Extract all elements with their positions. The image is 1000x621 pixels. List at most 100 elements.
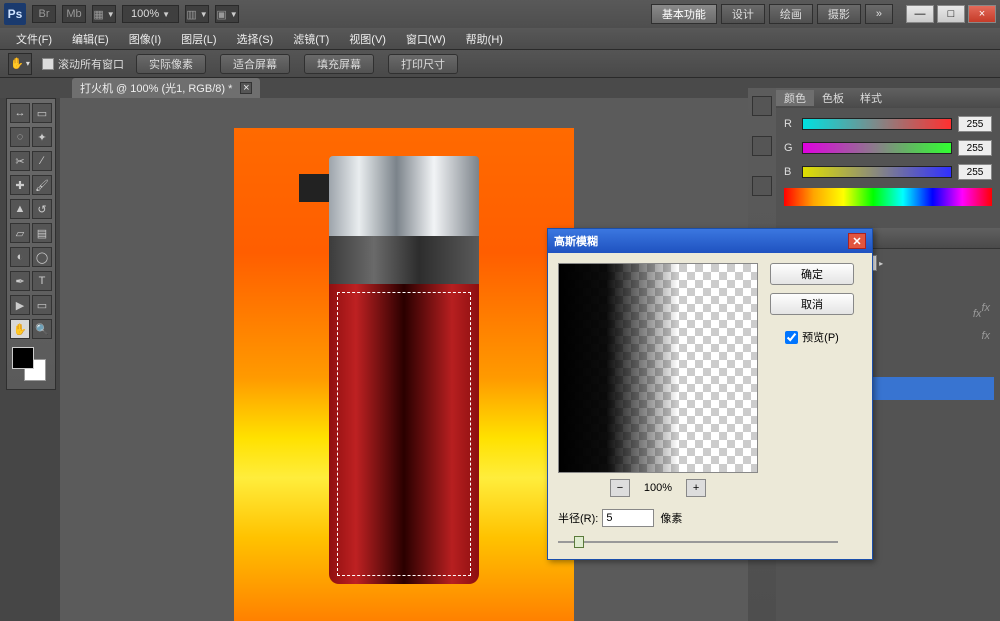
slider-thumb[interactable] xyxy=(574,536,584,548)
menu-layer[interactable]: 图层(L) xyxy=(181,31,216,47)
bridge-icon[interactable]: Br xyxy=(32,5,56,23)
gradient-tool-icon[interactable]: ▤ xyxy=(32,223,52,243)
tab-swatches[interactable]: 色板 xyxy=(814,90,852,106)
document-tab[interactable]: 打火机 @ 100% (光1, RGB/8) * × xyxy=(72,78,260,98)
channel-r-label: R xyxy=(784,118,796,130)
workspace-more[interactable]: » xyxy=(865,4,893,24)
radius-unit: 像素 xyxy=(660,510,682,526)
menu-help[interactable]: 帮助(H) xyxy=(466,31,503,47)
radius-slider[interactable] xyxy=(558,535,838,549)
b-value[interactable]: 255 xyxy=(958,164,992,180)
dialog-titlebar[interactable]: 高斯模糊 ✕ xyxy=(548,229,872,253)
tab-styles[interactable]: 样式 xyxy=(852,90,890,106)
print-size-button[interactable]: 打印尺寸 xyxy=(388,54,458,74)
path-select-tool-icon[interactable]: ▶ xyxy=(10,295,30,315)
g-value[interactable]: 255 xyxy=(958,140,992,156)
gaussian-blur-dialog: 高斯模糊 ✕ − 100% + 确定 取消 预览(P) 半径(R): 像素 xyxy=(547,228,873,560)
arrange-docs-icon[interactable]: ▥▼ xyxy=(185,5,209,23)
radius-input[interactable] xyxy=(602,509,654,527)
color-panel: R 255 G 255 B 255 xyxy=(776,108,1000,228)
r-value[interactable]: 255 xyxy=(958,116,992,132)
screen-mode-icon[interactable]: ▣▼ xyxy=(215,5,239,23)
workspace-photo[interactable]: 摄影 xyxy=(817,4,861,24)
blur-tool-icon[interactable]: ◐ xyxy=(10,247,30,267)
lasso-tool-icon[interactable]: ◌ xyxy=(10,127,30,147)
preview-checkbox[interactable]: 预览(P) xyxy=(785,329,839,345)
menu-bar: 文件(F) 编辑(E) 图像(I) 图层(L) 选择(S) 滤镜(T) 视图(V… xyxy=(0,28,1000,50)
pen-tool-icon[interactable]: ✒ xyxy=(10,271,30,291)
brush-tool-icon[interactable]: 🖌 xyxy=(32,175,52,195)
actual-pixels-button[interactable]: 实际像素 xyxy=(136,54,206,74)
collapsed-panel-icon[interactable] xyxy=(752,96,772,116)
window-maximize-button[interactable]: □ xyxy=(937,5,965,23)
move-tool-icon[interactable]: ↔ xyxy=(10,103,30,123)
workspace-design[interactable]: 设计 xyxy=(721,4,765,24)
document-tab-title: 打火机 @ 100% (光1, RGB/8) * xyxy=(80,80,232,96)
ok-button[interactable]: 确定 xyxy=(770,263,854,285)
menu-edit[interactable]: 编辑(E) xyxy=(72,31,109,47)
g-slider[interactable] xyxy=(802,142,952,154)
options-bar: ✋▾ 滚动所有窗口 实际像素 适合屏幕 填充屏幕 打印尺寸 xyxy=(0,50,1000,78)
view-extras-icon[interactable]: ▦▼ xyxy=(92,5,116,23)
window-minimize-button[interactable]: — xyxy=(906,5,934,23)
dodge-tool-icon[interactable]: ◯ xyxy=(32,247,52,267)
zoom-in-button[interactable]: + xyxy=(686,479,706,497)
document-tab-close-icon[interactable]: × xyxy=(240,82,252,94)
hand-tool-icon[interactable]: ✋ xyxy=(10,319,30,339)
menu-select[interactable]: 选择(S) xyxy=(237,31,274,47)
minibridge-icon[interactable]: Mb xyxy=(62,5,86,23)
r-slider[interactable] xyxy=(802,118,952,130)
filter-preview[interactable] xyxy=(558,263,758,473)
selection-marquee xyxy=(337,292,471,576)
menu-file[interactable]: 文件(F) xyxy=(16,31,52,47)
wand-tool-icon[interactable]: ✦ xyxy=(32,127,52,147)
title-bar: Ps Br Mb ▦▼ 100%▼ ▥▼ ▣▼ 基本功能 设计 绘画 摄影 » … xyxy=(0,0,1000,28)
fill-screen-button[interactable]: 填充屏幕 xyxy=(304,54,374,74)
zoom-tool-icon[interactable]: 🔍 xyxy=(32,319,52,339)
window-close-button[interactable]: × xyxy=(968,5,996,23)
scroll-all-checkbox[interactable] xyxy=(42,58,54,70)
channel-g-label: G xyxy=(784,142,796,154)
ps-logo-icon: Ps xyxy=(4,3,26,25)
chevron-right-icon[interactable]: ▸ xyxy=(879,259,883,268)
collapsed-panel-icon[interactable] xyxy=(752,136,772,156)
menu-filter[interactable]: 滤镜(T) xyxy=(293,31,329,47)
foreground-swatch[interactable] xyxy=(12,347,34,369)
fit-screen-button[interactable]: 适合屏幕 xyxy=(220,54,290,74)
lighter-artwork xyxy=(329,156,479,584)
zoom-level[interactable]: 100%▼ xyxy=(122,5,179,23)
shape-tool-icon[interactable]: ▭ xyxy=(32,295,52,315)
preview-zoom-value: 100% xyxy=(644,482,672,494)
document-canvas[interactable] xyxy=(234,128,574,621)
stamp-tool-icon[interactable]: ▲ xyxy=(10,199,30,219)
eyedropper-tool-icon[interactable]: ∕ xyxy=(32,151,52,171)
tab-color[interactable]: 颜色 xyxy=(776,90,814,106)
crop-tool-icon[interactable]: ✂ xyxy=(10,151,30,171)
toolbox: ↔▭ ◌✦ ✂∕ ✚🖌 ▲↺ ▱▤ ◐◯ ✒T ▶▭ ✋🔍 xyxy=(6,98,56,390)
menu-window[interactable]: 窗口(W) xyxy=(406,31,446,47)
dialog-title: 高斯模糊 xyxy=(554,233,598,249)
spectrum-ramp[interactable] xyxy=(784,188,992,206)
workspace-paint[interactable]: 绘画 xyxy=(769,4,813,24)
heal-tool-icon[interactable]: ✚ xyxy=(10,175,30,195)
channel-b-label: B xyxy=(784,166,796,178)
b-slider[interactable] xyxy=(802,166,952,178)
color-panel-tabs: 颜色 色板 样式 xyxy=(776,88,1000,108)
cancel-button[interactable]: 取消 xyxy=(770,293,854,315)
eraser-tool-icon[interactable]: ▱ xyxy=(10,223,30,243)
color-swatches[interactable] xyxy=(10,345,52,383)
preview-checkbox-label: 预览(P) xyxy=(802,329,839,345)
workspace-basic[interactable]: 基本功能 xyxy=(651,4,717,24)
current-tool-icon[interactable]: ✋▾ xyxy=(8,53,32,75)
preview-checkbox-input[interactable] xyxy=(785,331,798,344)
menu-view[interactable]: 视图(V) xyxy=(349,31,386,47)
type-tool-icon[interactable]: T xyxy=(32,271,52,291)
collapsed-panel-icon[interactable] xyxy=(752,176,772,196)
history-brush-tool-icon[interactable]: ↺ xyxy=(32,199,52,219)
fx-badge: fx xyxy=(973,308,982,320)
dialog-close-button[interactable]: ✕ xyxy=(848,233,866,249)
zoom-out-button[interactable]: − xyxy=(610,479,630,497)
marquee-tool-icon[interactable]: ▭ xyxy=(32,103,52,123)
scroll-all-label: 滚动所有窗口 xyxy=(58,56,124,72)
menu-image[interactable]: 图像(I) xyxy=(129,31,161,47)
